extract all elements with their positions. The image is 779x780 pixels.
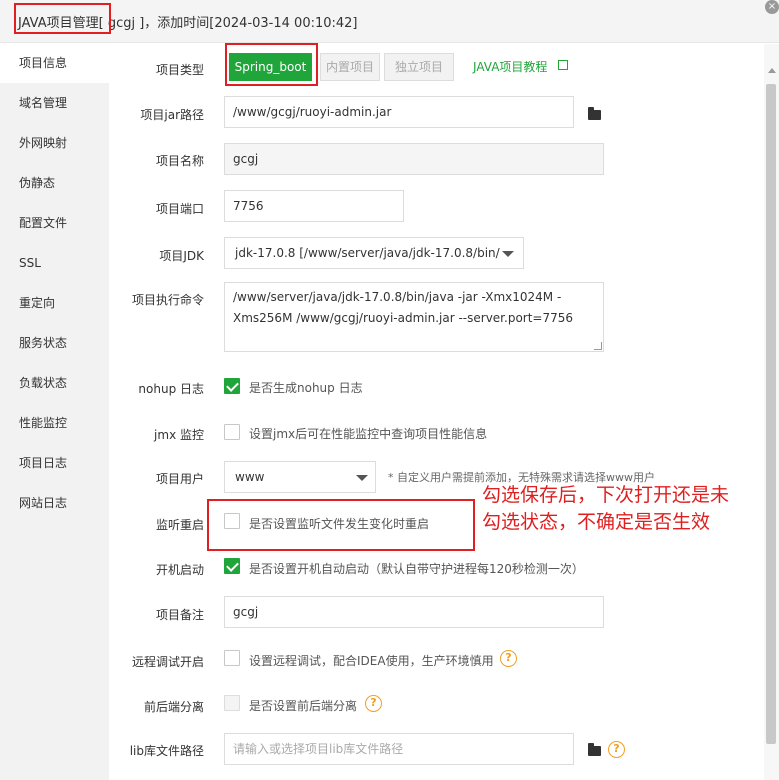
user-select[interactable]: www <box>224 461 376 493</box>
remote-debug-checkbox-text: 设置远程调试，配合IDEA使用，生产环境慎用 <box>249 654 494 668</box>
remote-debug-checkbox[interactable] <box>224 650 240 666</box>
annotation-box-watch-restart <box>207 499 475 551</box>
project-name-input[interactable]: gcgj <box>224 143 604 175</box>
chevron-down-icon <box>502 251 514 257</box>
jdk-select[interactable]: jdk-17.0.8 [/www/server/java/jdk-17.0.8/… <box>224 237 524 269</box>
sidebar-item-external-mapping[interactable]: 外网映射 <box>0 123 109 163</box>
dialog-titlebar: JAVA项目管理[ gcgj ]，添加时间[2024-03-14 00:10:4… <box>0 0 779 43</box>
command-line-2: Xms256M /www/gcgj/ruoyi-admin.jar --serv… <box>233 311 574 325</box>
jmx-checkbox-text: 设置jmx后可在性能监控中查询项目性能信息 <box>249 427 488 441</box>
help-icon[interactable]: ? <box>365 695 382 712</box>
annotation-box-title <box>14 3 111 34</box>
label-watch-restart: 监听重启 <box>155 518 204 532</box>
annotation-note: 勾选保存后，下次打开还是未勾选状态，不确定是否生效 <box>482 484 730 533</box>
jar-path-input[interactable]: /www/gcgj/ruoyi-admin.jar <box>224 96 574 128</box>
label-project-jdk: 项目JDK <box>159 249 204 263</box>
sidebar-item-domain[interactable]: 域名管理 <box>0 83 109 123</box>
nohup-checkbox-text: 是否生成nohup 日志 <box>249 381 363 395</box>
autostart-checkbox-text: 是否设置开机自动启动（默认自带守护进程每120秒检测一次） <box>249 562 584 576</box>
jdk-select-value: jdk-17.0.8 [/www/server/java/jdk-17.0.8/… <box>235 246 500 260</box>
scrollbar[interactable] <box>764 44 779 780</box>
label-project-user: 项目用户 <box>155 472 204 486</box>
close-icon[interactable]: × <box>765 0 779 14</box>
sidebar-item-ssl[interactable]: SSL <box>0 243 109 283</box>
scroll-up-icon[interactable] <box>768 68 776 73</box>
command-line-1: /www/server/java/jdk-17.0.8/bin/java -ja… <box>233 290 562 304</box>
label-jar-path: 项目jar路径 <box>140 108 204 122</box>
label-separation: 前后端分离 <box>143 700 204 714</box>
label-project-name: 项目名称 <box>155 154 204 168</box>
remark-input[interactable]: gcgj <box>224 596 604 628</box>
sidebar-item-rewrite[interactable]: 伪静态 <box>0 163 109 203</box>
label-nohup: nohup 日志 <box>138 382 204 396</box>
sidebar-item-project-log[interactable]: 项目日志 <box>0 443 109 483</box>
external-link-icon[interactable] <box>558 60 568 70</box>
label-project-port: 项目端口 <box>155 202 204 216</box>
dialog-title-rest: [ gcgj ]，添加时间[2024-03-14 00:10:42] <box>98 16 358 31</box>
separation-checkbox[interactable] <box>224 695 240 711</box>
lib-path-input[interactable]: 请输入或选择项目lib库文件路径 <box>224 733 574 765</box>
sidebar: 项目信息 域名管理 外网映射 伪静态 配置文件 SSL 重定向 服务状态 负载状… <box>0 43 109 780</box>
sidebar-item-project-info[interactable]: 项目信息 <box>0 43 109 83</box>
sidebar-item-redirect[interactable]: 重定向 <box>0 283 109 323</box>
command-textarea[interactable]: /www/server/java/jdk-17.0.8/bin/java -ja… <box>224 282 604 352</box>
folder-icon[interactable] <box>588 107 601 120</box>
label-lib-path: lib库文件路径 <box>129 744 204 758</box>
type-option-standalone[interactable]: 独立项目 <box>384 53 454 81</box>
autostart-checkbox[interactable] <box>224 558 240 574</box>
help-icon[interactable]: ? <box>500 650 517 667</box>
annotation-box-type <box>225 43 318 86</box>
sidebar-item-config[interactable]: 配置文件 <box>0 203 109 243</box>
label-project-type: 项目类型 <box>155 63 204 77</box>
jmx-checkbox[interactable] <box>224 424 240 440</box>
resize-handle-icon[interactable] <box>594 342 602 350</box>
project-port-input[interactable]: 7756 <box>224 190 404 222</box>
chevron-down-icon <box>356 475 368 481</box>
scrollbar-thumb[interactable] <box>766 84 776 744</box>
java-tutorial-link[interactable]: JAVA项目教程 <box>473 58 547 75</box>
nohup-checkbox[interactable] <box>224 378 240 394</box>
sidebar-item-load-status[interactable]: 负载状态 <box>0 363 109 403</box>
sidebar-item-service-status[interactable]: 服务状态 <box>0 323 109 363</box>
label-remote-debug: 远程调试开启 <box>131 655 204 669</box>
type-option-builtin[interactable]: 内置项目 <box>320 53 380 81</box>
folder-icon[interactable] <box>588 743 601 756</box>
label-autostart: 开机启动 <box>155 563 204 577</box>
help-icon[interactable]: ? <box>608 741 625 758</box>
user-select-value: www <box>235 470 265 484</box>
label-jmx: jmx 监控 <box>154 428 204 442</box>
label-command: 项目执行命令 <box>131 293 204 307</box>
sidebar-item-performance[interactable]: 性能监控 <box>0 403 109 443</box>
label-remark: 项目备注 <box>155 608 204 622</box>
separation-checkbox-text: 是否设置前后端分离 <box>249 699 358 713</box>
sidebar-item-site-log[interactable]: 网站日志 <box>0 483 109 523</box>
